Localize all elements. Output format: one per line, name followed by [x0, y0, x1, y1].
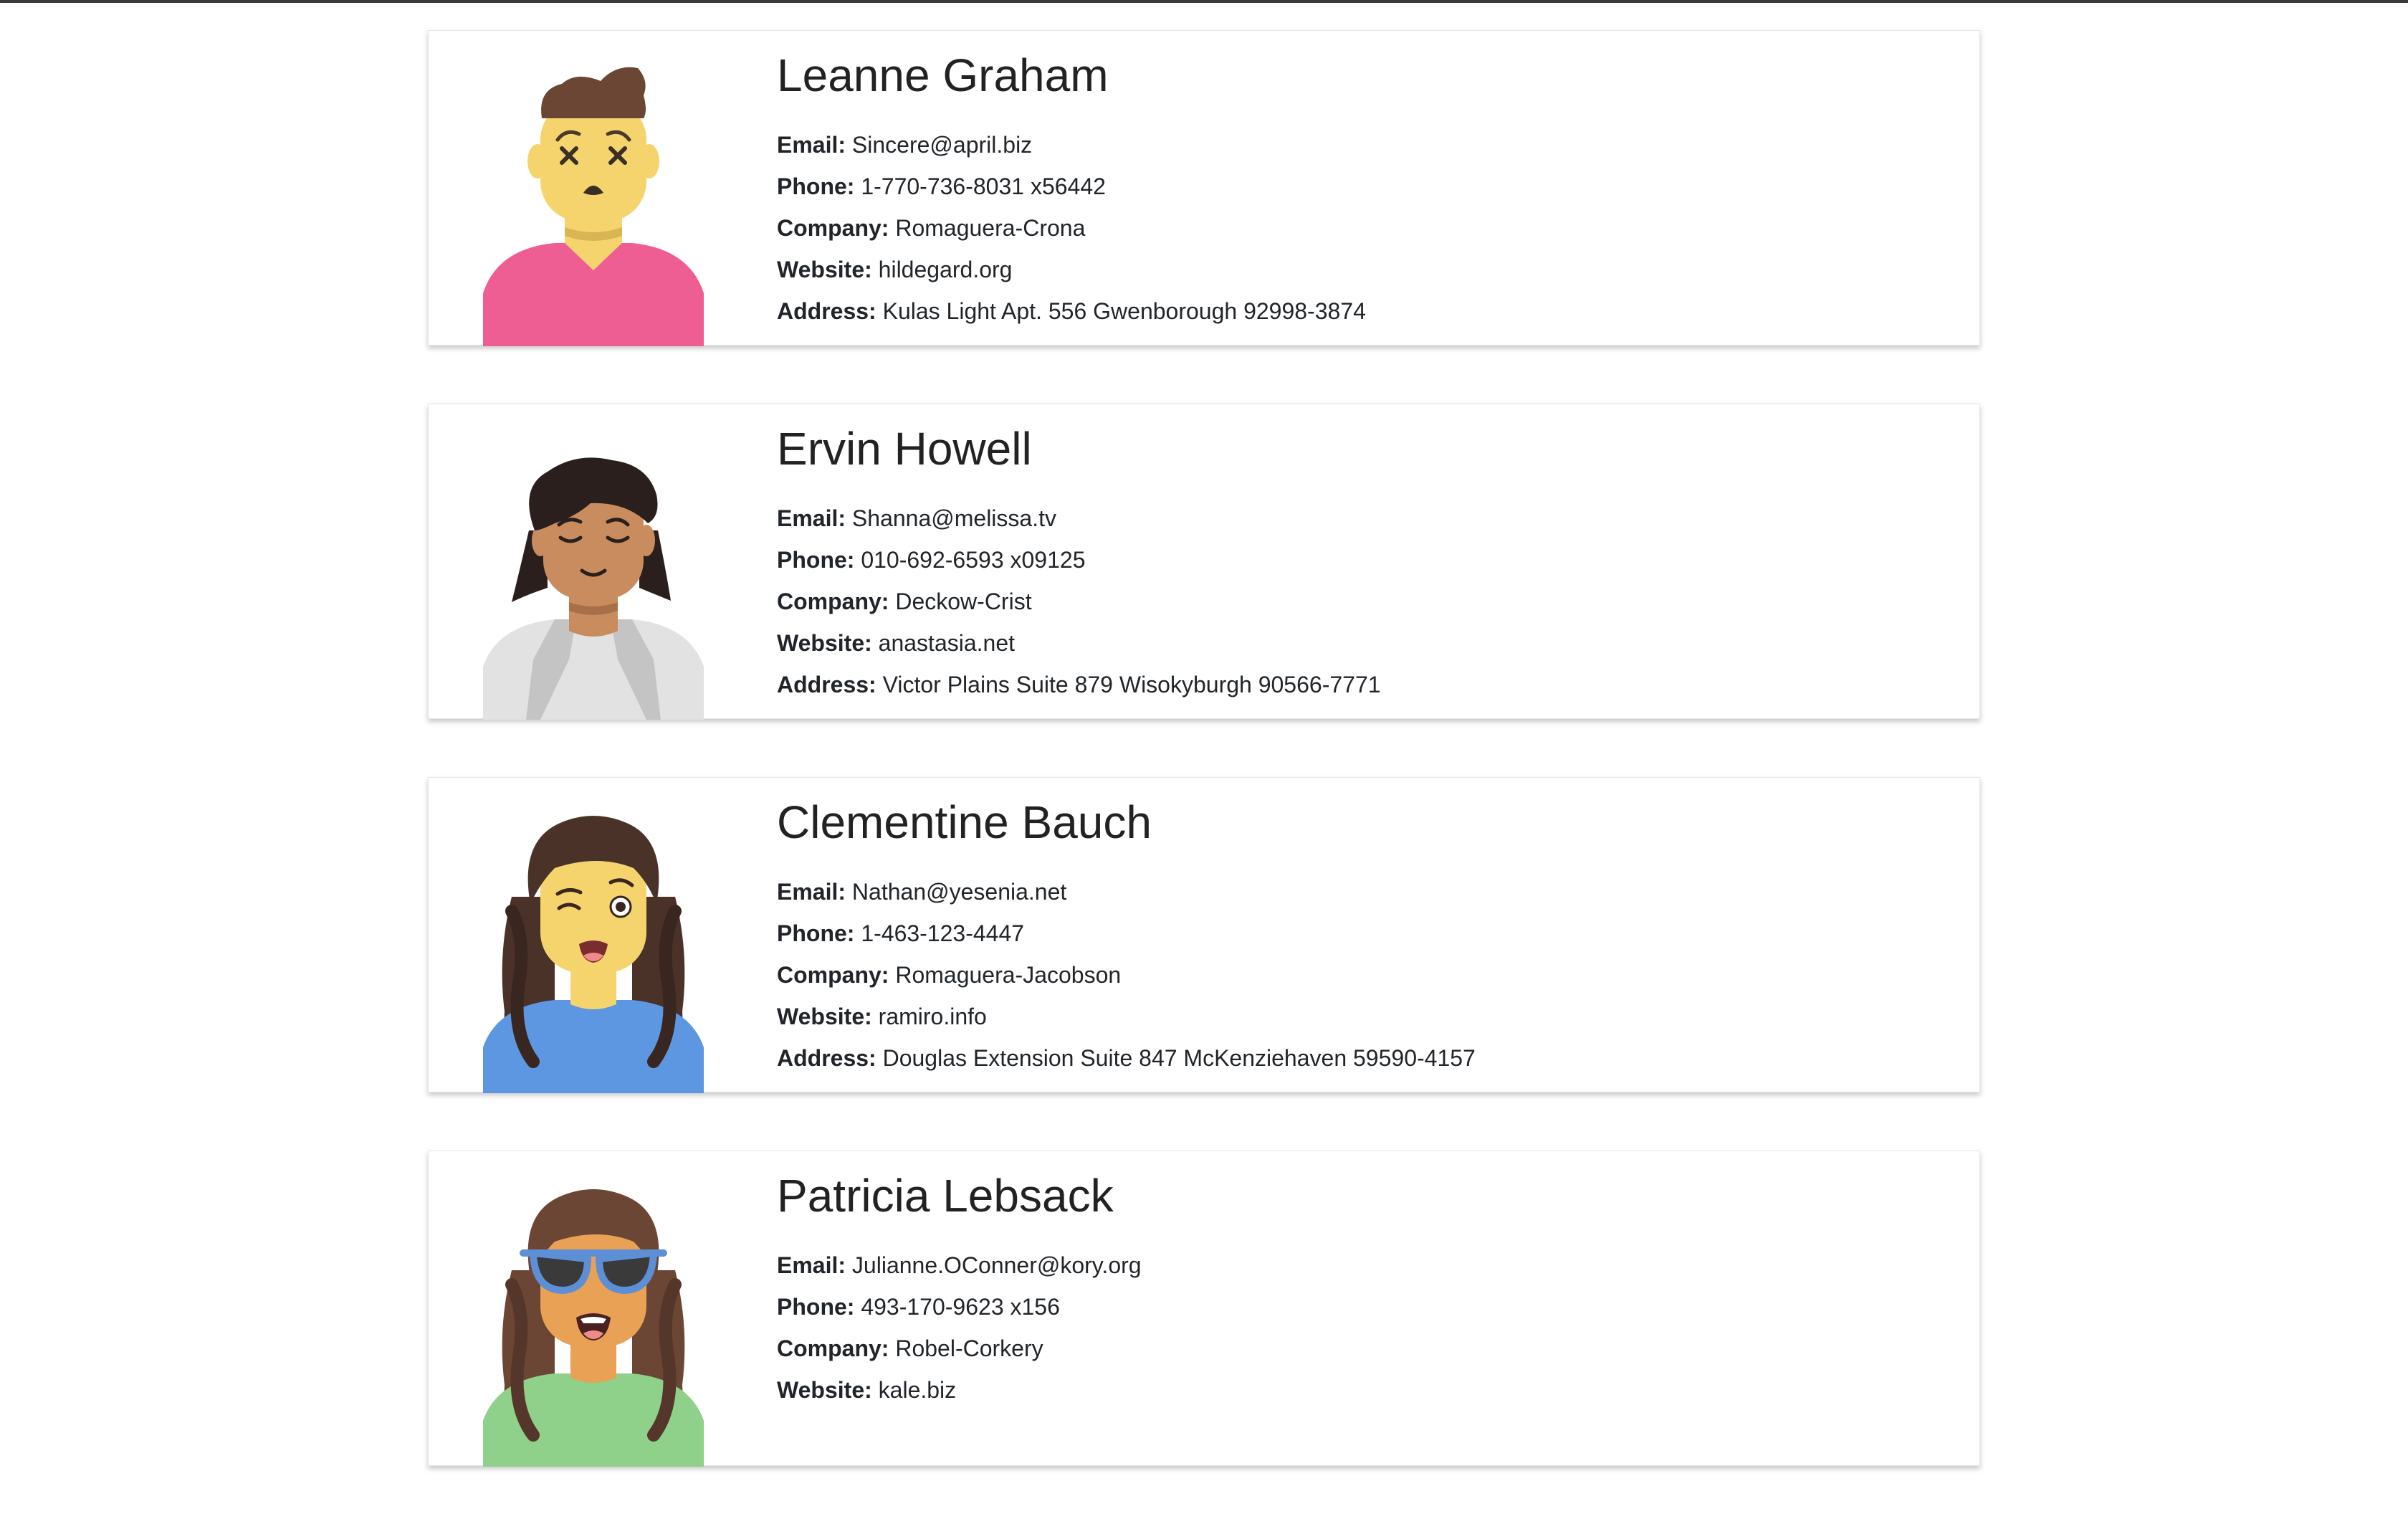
- user-info: Leanne Graham Email: Sincere@april.biz P…: [777, 47, 1366, 332]
- phone-label: Phone:: [777, 547, 855, 573]
- address-label: Address:: [777, 672, 876, 697]
- company-label: Company:: [777, 589, 889, 614]
- user-list: Leanne Graham Email: Sincere@april.biz P…: [428, 30, 1980, 1524]
- website-row: Website: kale.biz: [777, 1369, 1142, 1411]
- address-label: Address:: [777, 1045, 876, 1071]
- phone-value: 1-463-123-4447: [861, 920, 1025, 946]
- website-row: Website: anastasia.net: [777, 622, 1381, 664]
- address-value: Victor Plains Suite 879 Wisokyburgh 9056…: [882, 672, 1381, 697]
- website-label: Website:: [777, 1377, 872, 1403]
- website-row: Website: hildegard.org: [777, 249, 1366, 290]
- user-name: Patricia Lebsack: [777, 1170, 1114, 1221]
- avatar-winking-woman-icon: [469, 796, 718, 1093]
- company-row: Company: Romaguera-Crona: [777, 207, 1366, 249]
- email-label: Email:: [777, 132, 846, 158]
- top-border: [0, 0, 2408, 3]
- user-name: Ervin Howell: [777, 423, 1032, 475]
- email-value: Shanna@melissa.tv: [851, 505, 1056, 531]
- company-row: Company: Robel-Corkery: [777, 1328, 1142, 1369]
- company-label: Company:: [777, 215, 889, 241]
- user-name: Leanne Graham: [777, 49, 1109, 101]
- avatar-calm-person-icon: [469, 423, 718, 720]
- email-label: Email:: [777, 505, 846, 531]
- phone-label: Phone:: [777, 1294, 855, 1320]
- website-value: hildegard.org: [878, 257, 1013, 282]
- company-row: Company: Deckow-Crist: [777, 581, 1381, 622]
- company-value: Romaguera-Jacobson: [895, 962, 1122, 988]
- email-label: Email:: [777, 1252, 846, 1278]
- email-row: Email: Sincere@april.biz: [777, 124, 1366, 166]
- company-value: Romaguera-Crona: [895, 215, 1086, 241]
- website-label: Website:: [777, 1004, 872, 1029]
- email-row: Email: Nathan@yesenia.net: [777, 871, 1476, 913]
- phone-row: Phone: 1-770-736-8031 x56442: [777, 166, 1366, 207]
- phone-label: Phone:: [777, 920, 855, 946]
- company-label: Company:: [777, 962, 889, 988]
- email-row: Email: Shanna@melissa.tv: [777, 497, 1381, 539]
- address-label: Address:: [777, 298, 876, 324]
- website-value: kale.biz: [878, 1377, 957, 1403]
- email-value: Nathan@yesenia.net: [851, 879, 1067, 905]
- address-row: Address: Kulas Light Apt. 556 Gwenboroug…: [777, 290, 1366, 332]
- phone-row: Phone: 010-692-6593 x09125: [777, 539, 1381, 581]
- user-card: Ervin Howell Email: Shanna@melissa.tv Ph…: [428, 404, 1980, 720]
- website-value: ramiro.info: [878, 1004, 987, 1029]
- address-row: Address: Victor Plains Suite 879 Wisokyb…: [777, 664, 1381, 705]
- user-info: Clementine Bauch Email: Nathan@yesenia.n…: [777, 794, 1476, 1079]
- user-card: Patricia Lebsack Email: Julianne.OConner…: [428, 1151, 1980, 1467]
- phone-label: Phone:: [777, 173, 855, 199]
- website-value: anastasia.net: [878, 630, 1016, 656]
- address-value: Kulas Light Apt. 556 Gwenborough 92998-3…: [882, 298, 1366, 324]
- company-value: Deckow-Crist: [895, 589, 1032, 614]
- user-card: Leanne Graham Email: Sincere@april.biz P…: [428, 30, 1980, 346]
- company-value: Robel-Corkery: [895, 1335, 1043, 1361]
- user-info: Patricia Lebsack Email: Julianne.OConner…: [777, 1167, 1142, 1411]
- website-label: Website:: [777, 630, 872, 656]
- website-row: Website: ramiro.info: [777, 996, 1476, 1037]
- phone-value: 010-692-6593 x09125: [861, 547, 1086, 573]
- company-label: Company:: [777, 1335, 889, 1361]
- phone-value: 493-170-9623 x156: [861, 1294, 1060, 1320]
- user-name: Clementine Bauch: [777, 796, 1152, 848]
- user-card: Clementine Bauch Email: Nathan@yesenia.n…: [428, 777, 1980, 1093]
- address-value: Douglas Extension Suite 847 McKenziehave…: [882, 1045, 1476, 1071]
- phone-row: Phone: 493-170-9623 x156: [777, 1286, 1142, 1328]
- email-label: Email:: [777, 879, 846, 905]
- email-value: Julianne.OConner@kory.org: [851, 1252, 1142, 1278]
- avatar-sunglasses-woman-icon: [469, 1170, 718, 1467]
- phone-row: Phone: 1-463-123-4447: [777, 913, 1476, 954]
- company-row: Company: Romaguera-Jacobson: [777, 954, 1476, 996]
- website-label: Website:: [777, 257, 872, 282]
- user-info: Ervin Howell Email: Shanna@melissa.tv Ph…: [777, 420, 1381, 705]
- email-row: Email: Julianne.OConner@kory.org: [777, 1244, 1142, 1286]
- avatar-dizzy-man-icon: [469, 49, 718, 346]
- email-value: Sincere@april.biz: [851, 132, 1033, 158]
- address-row: Address: Douglas Extension Suite 847 McK…: [777, 1037, 1476, 1079]
- phone-value: 1-770-736-8031 x56442: [861, 173, 1106, 199]
